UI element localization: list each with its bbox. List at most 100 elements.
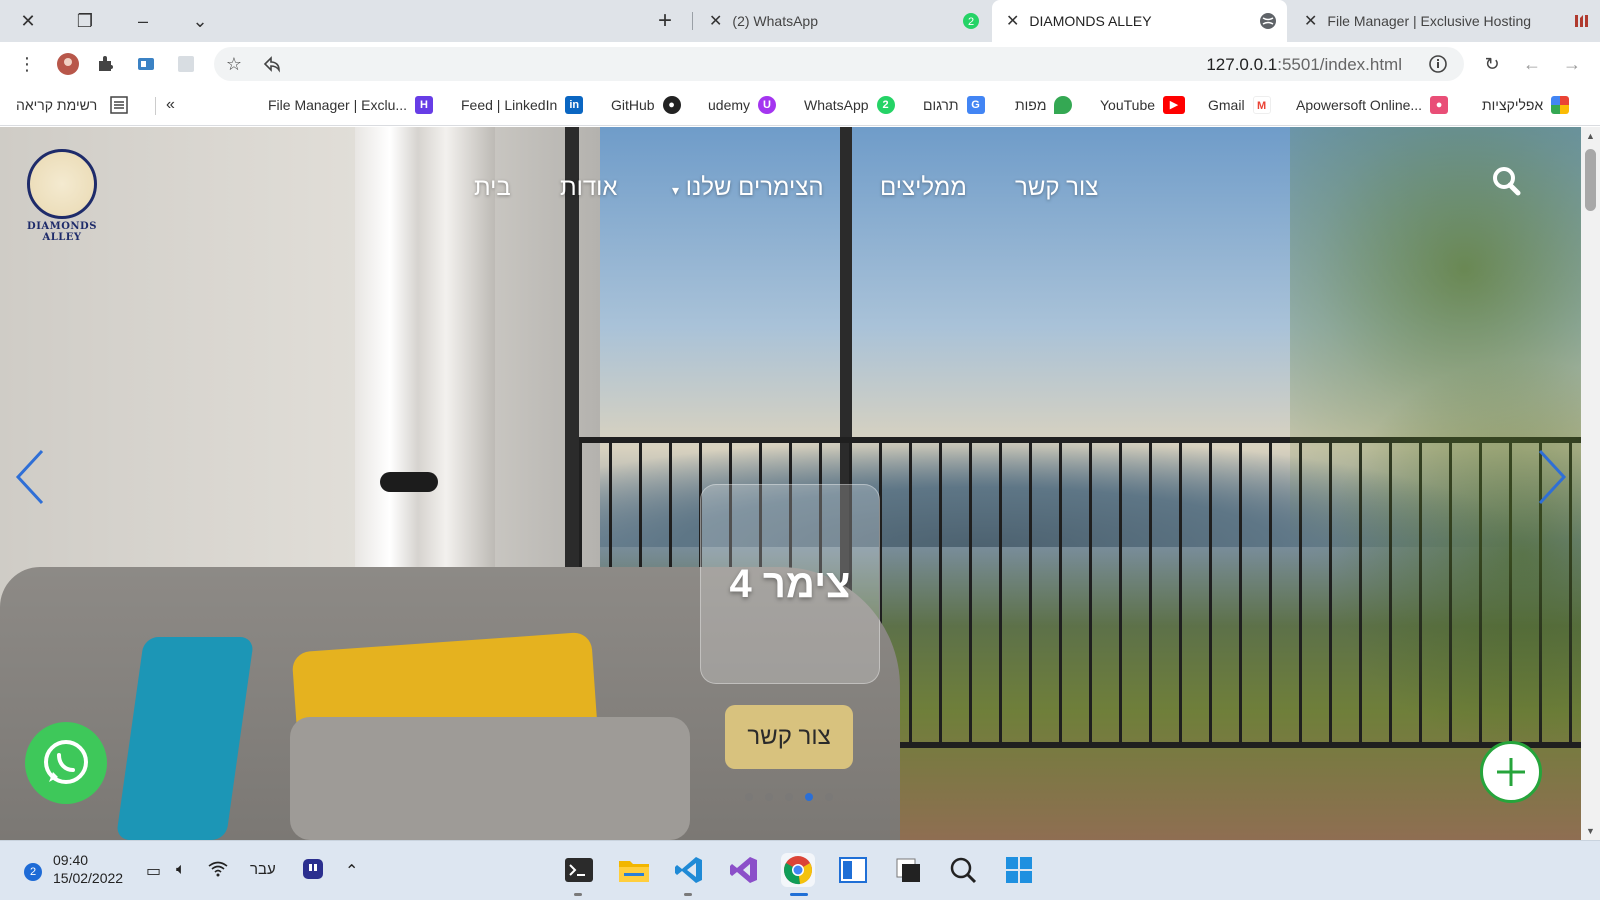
carousel-dot[interactable] [805, 793, 813, 801]
close-tab-icon[interactable]: ✕ [709, 11, 722, 31]
nav-about[interactable]: אודות [560, 174, 617, 202]
new-tab-button[interactable]: + [650, 6, 680, 36]
visual-studio-icon[interactable] [727, 853, 761, 887]
apowersoft-icon: ● [1430, 96, 1449, 114]
youtube-icon: ▶ [1163, 96, 1186, 114]
taskbar-clock[interactable]: 09:40 15/02/2022 [53, 851, 123, 887]
minimize-window-icon[interactable]: – [128, 6, 158, 36]
carousel-next-arrow-icon[interactable] [1530, 447, 1570, 507]
tab-title: (2) WhatsApp [732, 13, 818, 29]
carousel-dot[interactable] [765, 793, 773, 801]
tab-diamonds-alley[interactable]: ✕ DIAMONDS ALLEY [992, 0, 1287, 42]
bookmark-file-manager[interactable]: File Manager | Exclu... H [268, 96, 434, 114]
wifi-icon[interactable] [208, 861, 228, 882]
slide-caption: צימר 4 [729, 561, 851, 606]
share-icon[interactable] [260, 52, 284, 76]
bookmarks-bar: רשימת קריאה « File Manager | Exclu... H … [0, 86, 1600, 126]
tab-strip: ✕ ❐ – ⌄ + ✕ (2) WhatsApp 2 ✕ DIAMONDS AL… [0, 0, 1600, 42]
forward-arrow-icon[interactable]: → [1560, 52, 1584, 76]
bookmark-translate[interactable]: תרגום G [923, 96, 985, 114]
bookmark-whatsapp[interactable]: WhatsApp 2 [804, 96, 895, 114]
gmail-icon: M [1252, 96, 1271, 114]
carousel-dot[interactable] [745, 793, 753, 801]
reading-list-label: רשימת קריאה [16, 97, 98, 113]
bookmark-github[interactable]: GitHub ● [611, 96, 681, 114]
page-scrollbar[interactable]: ▲ ▼ [1581, 127, 1600, 840]
restore-window-icon[interactable]: ❐ [70, 6, 100, 36]
profile-avatar[interactable] [56, 52, 80, 76]
nav-home[interactable]: בית [474, 174, 511, 202]
scroll-down-arrow-icon[interactable]: ▼ [1586, 826, 1595, 836]
linkedin-icon: in [565, 96, 584, 114]
bookmark-apowersoft[interactable]: Apowersoft Online... ● [1296, 96, 1449, 114]
notification-badge[interactable]: 2 [24, 863, 42, 881]
back-arrow-icon[interactable]: ← [1520, 52, 1544, 76]
nav-contact[interactable]: צור קשר [1015, 174, 1098, 202]
bookmark-linkedin[interactable]: Feed | LinkedIn in [461, 96, 584, 114]
volume-icon[interactable]: 🔈︎ [176, 861, 186, 879]
file-explorer-icon[interactable] [617, 853, 651, 887]
apps-grid-icon [1551, 96, 1570, 114]
site-logo[interactable]: DIAMONDS ALLEY [14, 149, 110, 243]
close-tab-icon[interactable]: ✕ [1006, 11, 1019, 31]
snap-layout-icon[interactable] [836, 853, 870, 887]
browser-toolbar: ⋮ ☆ 127.0.0.1:5501/index.html ↻ ← → [0, 42, 1600, 86]
chevron-up-icon[interactable]: ⌃ [345, 861, 358, 881]
scroll-up-arrow-icon[interactable]: ▲ [1586, 131, 1595, 141]
tab-search-chevron-icon[interactable]: ⌄ [185, 6, 215, 36]
extensions-puzzle-icon[interactable] [94, 52, 118, 76]
bookmark-apps[interactable]: אפליקציות [1482, 96, 1570, 114]
close-window-icon[interactable]: ✕ [13, 6, 43, 36]
tab-file-manager[interactable]: ✕ File Manager | Exclusive Hosting [1290, 0, 1590, 42]
bookmark-maps[interactable]: מפות [1015, 96, 1073, 114]
vscode-icon[interactable] [672, 853, 706, 887]
close-tab-icon[interactable]: ✕ [1304, 11, 1317, 31]
globe-icon [1260, 13, 1276, 29]
reading-list-button[interactable]: רשימת קריאה [16, 96, 129, 114]
tab-whatsapp[interactable]: ✕ (2) WhatsApp 2 [695, 0, 990, 42]
bookmark-youtube[interactable]: YouTube ▶ [1100, 96, 1186, 114]
bookmark-gmail[interactable]: Gmail M [1208, 96, 1271, 114]
chrome-icon[interactable] [781, 853, 815, 887]
taskview-icon[interactable] [891, 853, 925, 887]
carousel-dot[interactable] [825, 793, 833, 801]
menu-kebab-icon[interactable]: ⋮ [15, 52, 39, 76]
address-bar[interactable]: ☆ 127.0.0.1:5501/index.html [214, 47, 1464, 81]
battery-icon[interactable]: ▭ [146, 861, 161, 881]
scrollbar-thumb[interactable] [1585, 149, 1596, 211]
tray-app-icon[interactable] [302, 858, 324, 885]
reading-list-icon [110, 96, 129, 114]
nav-our-cabins[interactable]: הצימרים שלנו ▾ [668, 174, 824, 202]
input-language-indicator[interactable]: עבר [250, 861, 276, 878]
whatsapp-badge-icon: 2 [963, 13, 979, 29]
logo-text: DIAMONDS ALLEY [27, 221, 97, 243]
clock-time: 09:40 [53, 852, 89, 868]
slide-contact-button[interactable]: צור קשר [725, 705, 853, 769]
terminal-icon[interactable] [562, 853, 596, 887]
bookmark-udemy[interactable]: udemy U [708, 96, 777, 114]
hostinger-icon [1575, 15, 1588, 27]
extension-grid-icon[interactable] [174, 52, 198, 76]
bookmarks-divider [155, 97, 156, 115]
windows-taskbar: 2 09:40 15/02/2022 ▭ 🔈︎ עבר ⌃ [0, 840, 1600, 900]
hero-pillow [290, 717, 690, 840]
url-text[interactable]: 127.0.0.1:5501/index.html [1206, 55, 1402, 75]
carousel-indicators [745, 793, 833, 801]
carousel-prev-arrow-icon[interactable] [12, 447, 52, 507]
tab-title: DIAMONDS ALLEY [1029, 13, 1152, 29]
site-info-icon[interactable] [1426, 52, 1450, 76]
logo-seal [27, 149, 97, 219]
reload-icon[interactable]: ↻ [1480, 52, 1504, 76]
plus-icon [1497, 758, 1525, 786]
search-icon[interactable] [946, 853, 980, 887]
whatsapp-float-button[interactable] [25, 722, 107, 804]
bookmarks-overflow-button[interactable]: « [166, 96, 175, 114]
nav-testimonials[interactable]: ממליצים [880, 174, 967, 202]
start-icon[interactable] [1002, 853, 1036, 887]
add-float-button[interactable] [1480, 741, 1542, 803]
extension-sidebar-icon[interactable] [134, 52, 158, 76]
carousel-dot[interactable] [785, 793, 793, 801]
bookmark-star-icon[interactable]: ☆ [222, 52, 246, 76]
translate-icon: G [966, 96, 985, 114]
search-icon[interactable] [1490, 165, 1522, 197]
